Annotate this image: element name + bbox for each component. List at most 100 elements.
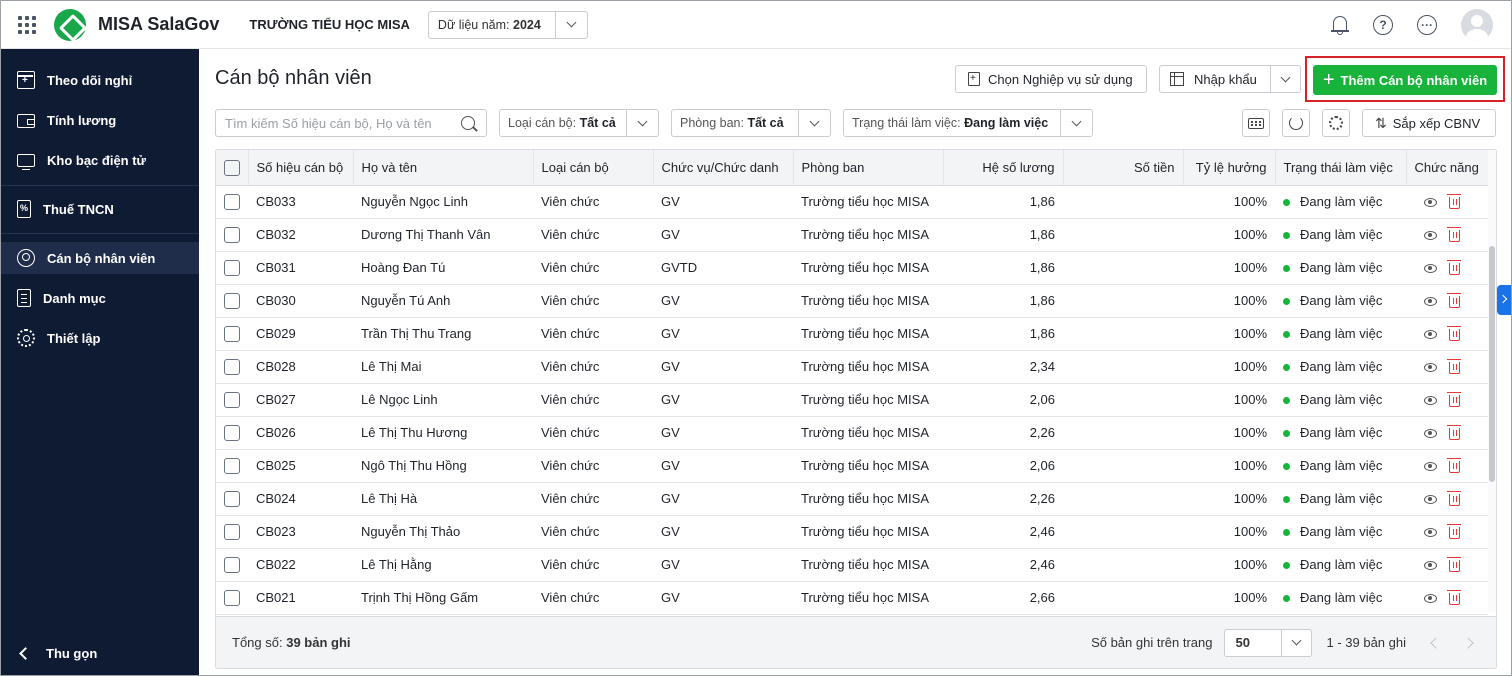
row-checkbox[interactable] xyxy=(224,424,240,441)
scrollbar-thumb[interactable] xyxy=(1489,246,1495,482)
view-eye-icon[interactable] xyxy=(1424,330,1437,340)
table-row[interactable]: CB024 Lê Thị Hà Viên chức GV Trường tiểu học… xyxy=(216,482,1488,516)
row-checkbox[interactable] xyxy=(224,523,240,540)
expand-panel-tab[interactable] xyxy=(1497,285,1511,315)
table-row[interactable]: CB029 Trần Thị Thu Trang Viên chức GV Trường… xyxy=(216,317,1488,351)
sidebar-item-danh-muc[interactable]: Danh mục xyxy=(1,282,199,314)
header-salary-coef[interactable]: Hệ số lương xyxy=(943,150,1064,186)
delete-trash-icon[interactable] xyxy=(1447,325,1461,341)
choose-service-button[interactable]: Chọn Nghiệp vụ sử dụng xyxy=(955,65,1147,93)
sidebar-item-kho-bac[interactable]: Kho bạc điện tử xyxy=(1,144,199,176)
delete-trash-icon[interactable] xyxy=(1447,193,1461,209)
filter-work-status[interactable]: Trạng thái làm việc: Đang làm việc xyxy=(843,109,1093,137)
table-row[interactable]: CB022 Lê Thị Hằng Viên chức GV Trường tiểu h… xyxy=(216,548,1488,582)
delete-trash-icon[interactable] xyxy=(1447,457,1461,473)
view-eye-icon[interactable] xyxy=(1424,528,1437,538)
settings-button[interactable] xyxy=(1322,109,1350,137)
search-icon[interactable] xyxy=(461,116,475,130)
row-checkbox[interactable] xyxy=(224,457,240,474)
more-icon[interactable]: ··· xyxy=(1417,15,1437,35)
row-checkbox[interactable] xyxy=(224,292,240,309)
table-scrollbar[interactable] xyxy=(1488,150,1496,612)
header-position[interactable]: Chức vụ/Chức danh xyxy=(653,150,794,186)
sort-staff-button[interactable]: ⇅ Sắp xếp CBNV xyxy=(1362,109,1496,137)
sidebar-item-thue-tncn[interactable]: Thuế TNCN xyxy=(1,193,199,225)
view-eye-icon[interactable] xyxy=(1424,594,1437,604)
row-checkbox[interactable] xyxy=(224,193,240,210)
header-rate[interactable]: Tỷ lệ hưởng xyxy=(1183,150,1276,186)
header-status[interactable]: Trạng thái làm việc xyxy=(1275,150,1407,186)
row-checkbox[interactable] xyxy=(224,556,240,573)
table-row[interactable]: CB033 Nguyễn Ngọc Linh Viên chức GV Trường t… xyxy=(216,185,1488,219)
delete-trash-icon[interactable] xyxy=(1447,391,1461,407)
header-name[interactable]: Họ và tên xyxy=(353,150,534,186)
select-all-checkbox[interactable] xyxy=(224,159,240,176)
sidebar-item-tinh-luong[interactable]: Tính lương xyxy=(1,104,199,136)
view-eye-icon[interactable] xyxy=(1424,198,1437,208)
view-eye-icon[interactable] xyxy=(1424,561,1437,571)
header-department[interactable]: Phòng ban xyxy=(793,150,944,186)
year-select[interactable]: Dữ liệu năm: 2024 xyxy=(427,10,588,39)
collapse-sidebar-button[interactable]: Thu gọn xyxy=(1,637,199,669)
app-grid-icon[interactable] xyxy=(18,15,36,34)
import-dropdown-toggle[interactable] xyxy=(1270,66,1300,92)
year-dropdown-toggle[interactable] xyxy=(554,11,587,38)
filter-work-status-toggle[interactable] xyxy=(1060,110,1092,136)
header-amount[interactable]: Số tiền xyxy=(1063,150,1184,186)
sidebar-item-theo-doi-nghi[interactable]: Theo dõi nghỉ xyxy=(1,64,199,96)
table-row[interactable]: CB028 Lê Thị Mai Viên chức GV Trường tiểu họ… xyxy=(216,350,1488,384)
table-row[interactable]: CB027 Lê Ngọc Linh Viên chức GV Trường tiểu … xyxy=(216,383,1488,417)
filter-department-toggle[interactable] xyxy=(798,110,830,136)
filter-staff-type-toggle[interactable] xyxy=(626,110,658,136)
prev-page-icon[interactable] xyxy=(1430,636,1442,649)
avatar[interactable] xyxy=(1461,9,1493,41)
view-eye-icon[interactable] xyxy=(1424,264,1437,274)
row-checkbox[interactable] xyxy=(224,226,240,243)
row-checkbox[interactable] xyxy=(224,358,240,375)
table-row[interactable]: CB031 Hoàng Đan Tú Viên chức GVTD Trường tiể… xyxy=(216,251,1488,285)
delete-trash-icon[interactable] xyxy=(1447,490,1461,506)
table-row[interactable]: CB030 Nguyễn Tú Anh Viên chức GV Trường tiểu… xyxy=(216,284,1488,318)
table-row[interactable]: CB023 Nguyễn Thị Thảo Viên chức GV Trường ti… xyxy=(216,515,1488,549)
filter-department[interactable]: Phòng ban: Tất cả xyxy=(671,109,831,137)
row-checkbox[interactable] xyxy=(224,589,240,606)
import-main[interactable]: Nhập khẩu xyxy=(1160,66,1270,92)
delete-trash-icon[interactable] xyxy=(1447,292,1461,308)
table-row[interactable]: CB021 Trịnh Thị Hồng Gấm Viên chức GV Trường… xyxy=(216,581,1488,615)
header-type[interactable]: Loại cán bộ xyxy=(533,150,654,186)
bell-icon[interactable] xyxy=(1331,15,1349,35)
add-staff-button[interactable]: + Thêm Cán bộ nhân viên xyxy=(1313,65,1497,95)
table-row[interactable]: CB025 Ngô Thị Thu Hồng Viên chức GV Trường t… xyxy=(216,449,1488,483)
view-eye-icon[interactable] xyxy=(1424,396,1437,406)
delete-trash-icon[interactable] xyxy=(1447,556,1461,572)
view-eye-icon[interactable] xyxy=(1424,363,1437,373)
keyboard-shortcut-button[interactable] xyxy=(1242,109,1270,137)
row-checkbox[interactable] xyxy=(224,490,240,507)
search-input[interactable] xyxy=(225,115,461,131)
delete-trash-icon[interactable] xyxy=(1447,226,1461,242)
sidebar-item-can-bo-nhan-vien[interactable]: Cán bộ nhân viên xyxy=(1,242,199,274)
per-page-toggle[interactable] xyxy=(1281,629,1311,656)
view-eye-icon[interactable] xyxy=(1424,462,1437,472)
filter-staff-type[interactable]: Loại cán bộ: Tất cả xyxy=(499,109,659,137)
view-eye-icon[interactable] xyxy=(1424,495,1437,505)
next-page-icon[interactable] xyxy=(1462,636,1474,649)
row-checkbox[interactable] xyxy=(224,325,240,342)
table-row[interactable]: CB026 Lê Thị Thu Hương Viên chức GV Trường t… xyxy=(216,416,1488,450)
view-eye-icon[interactable] xyxy=(1424,231,1437,241)
row-checkbox[interactable] xyxy=(224,391,240,408)
refresh-button[interactable] xyxy=(1282,109,1310,137)
import-button[interactable]: Nhập khẩu xyxy=(1159,65,1301,93)
delete-trash-icon[interactable] xyxy=(1447,259,1461,275)
row-checkbox[interactable] xyxy=(224,259,240,276)
delete-trash-icon[interactable] xyxy=(1447,424,1461,440)
header-code[interactable]: Số hiệu cán bộ xyxy=(248,150,354,186)
delete-trash-icon[interactable] xyxy=(1447,589,1461,605)
delete-trash-icon[interactable] xyxy=(1447,358,1461,374)
delete-trash-icon[interactable] xyxy=(1447,523,1461,539)
view-eye-icon[interactable] xyxy=(1424,297,1437,307)
sidebar-item-thiet-lap[interactable]: Thiết lập xyxy=(1,322,199,354)
view-eye-icon[interactable] xyxy=(1424,429,1437,439)
table-row[interactable]: CB032 Dương Thị Thanh Vân Viên chức GV Trườn… xyxy=(216,218,1488,252)
per-page-select[interactable]: 50 xyxy=(1224,628,1313,657)
